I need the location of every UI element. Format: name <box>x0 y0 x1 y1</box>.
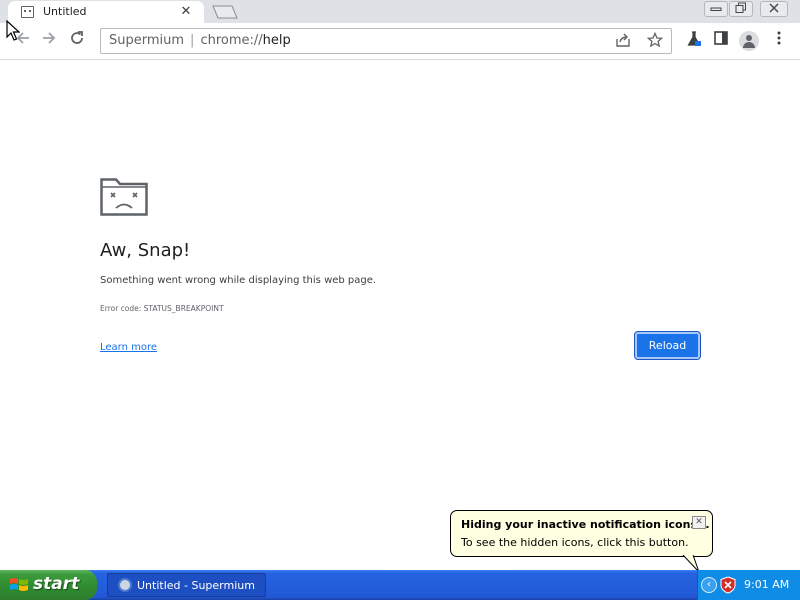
address-bar[interactable]: Supermium | chrome://help <box>100 28 672 54</box>
flask-icon <box>687 31 701 46</box>
system-tray: ‹ 9:01 AM <box>697 570 800 600</box>
windows-logo-icon <box>10 578 28 591</box>
reload-toolbar-button[interactable] <box>66 30 88 52</box>
arrow-right-icon <box>43 32 56 44</box>
balloon-close-icon[interactable]: ✕ <box>692 516 706 529</box>
show-hidden-icons-button[interactable]: ‹ <box>701 577 717 593</box>
sad-tab-icon <box>100 178 148 216</box>
mouse-cursor-icon <box>6 20 20 41</box>
reload-button[interactable]: Reload <box>634 331 701 360</box>
tab-close-icon[interactable]: ✕ <box>178 4 194 20</box>
learn-more-link[interactable]: Learn more <box>100 342 157 353</box>
more-vertical-icon <box>777 31 781 45</box>
share-icon <box>616 33 630 47</box>
share-button[interactable] <box>614 32 632 50</box>
menu-button[interactable] <box>769 31 789 51</box>
start-label: start <box>33 574 80 594</box>
taskbar: start Untitled - Supermium ‹ 9:01 AM <box>0 570 800 600</box>
error-message: Something went wrong while displaying th… <box>100 275 377 286</box>
close-icon <box>769 3 779 13</box>
side-panel-button[interactable] <box>711 31 731 51</box>
new-tab-button[interactable] <box>208 5 238 19</box>
taskbar-item-supermium[interactable]: Untitled - Supermium <box>107 573 266 597</box>
tab-untitled[interactable]: Untitled ✕ <box>8 1 204 23</box>
page-title: Aw, Snap! <box>100 240 191 261</box>
window-close-button[interactable] <box>760 1 788 17</box>
omnibox-scheme: chrome:// <box>200 33 263 48</box>
balloon-text: To see the hidden icons, click this butt… <box>461 536 689 549</box>
tab-strip: Untitled ✕ <box>0 0 800 23</box>
refresh-icon <box>71 31 83 44</box>
notification-balloon: Hiding your inactive notification icons.… <box>450 510 713 557</box>
minimize-button[interactable] <box>704 1 728 17</box>
forward-button[interactable] <box>38 30 60 52</box>
browser-icon <box>118 578 132 592</box>
omnibox-host: help <box>262 33 291 48</box>
taskbar-item-label: Untitled - Supermium <box>137 579 255 592</box>
security-shield-icon[interactable] <box>720 576 736 594</box>
balloon-title: Hiding your inactive notification icons.… <box>461 518 710 531</box>
labs-button[interactable] <box>684 31 704 51</box>
clock[interactable]: 9:01 AM <box>744 578 789 591</box>
tab-title: Untitled <box>43 5 87 18</box>
bookmark-button[interactable] <box>646 31 664 50</box>
restore-icon <box>735 2 746 13</box>
side-panel-icon <box>714 31 728 45</box>
omnibox-separator: | <box>190 33 195 48</box>
star-icon <box>646 31 664 48</box>
minimize-icon <box>710 7 722 11</box>
start-button[interactable]: start <box>0 570 97 600</box>
profile-avatar-button[interactable] <box>739 31 759 51</box>
sad-tab-favicon-icon <box>21 6 34 18</box>
omnibox-brand: Supermium <box>109 33 185 48</box>
toolbar: Supermium | chrome://help <box>0 23 800 60</box>
error-code: Error code: STATUS_BREAKPOINT <box>100 304 224 313</box>
restore-button[interactable] <box>729 1 753 17</box>
